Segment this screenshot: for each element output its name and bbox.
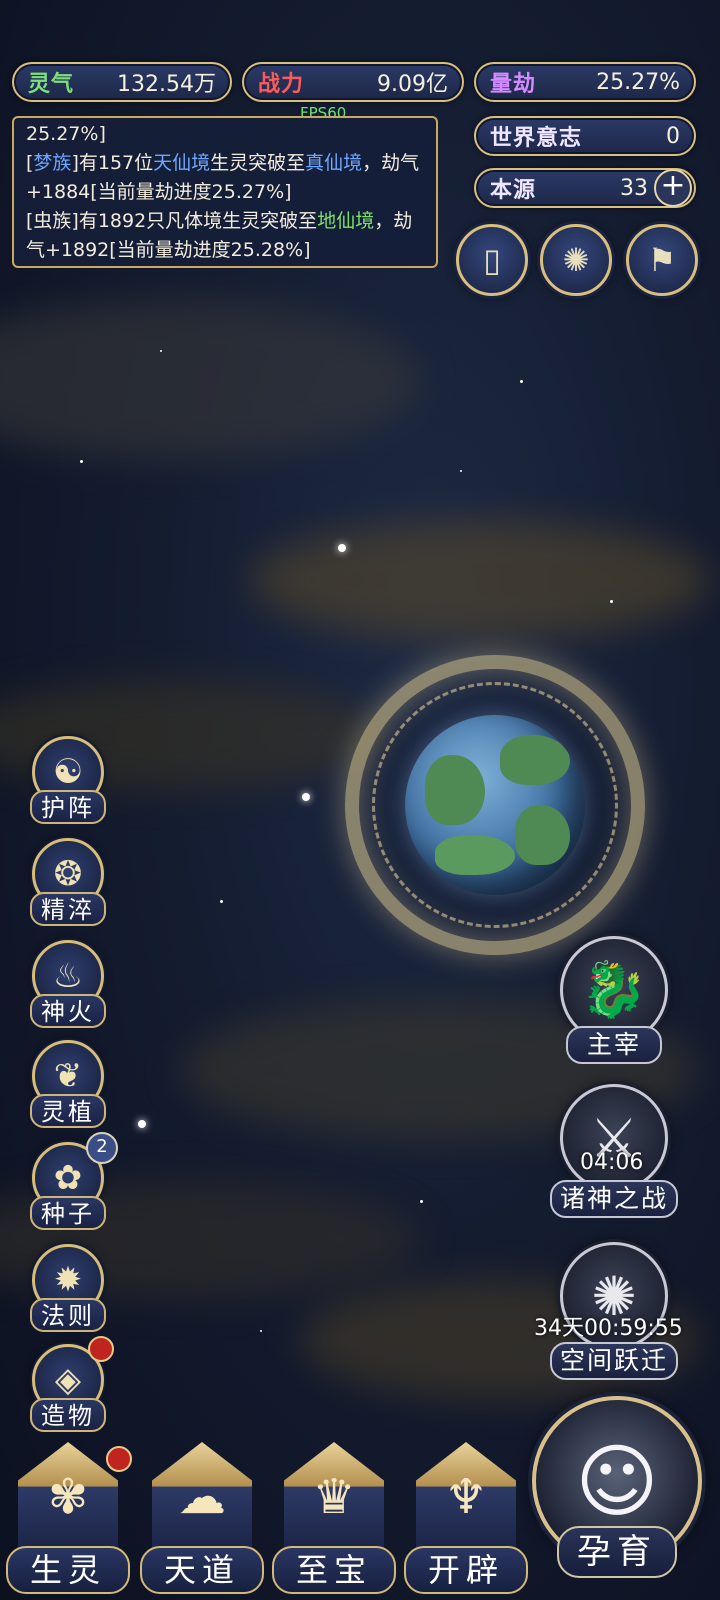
log-entry: [虫族]有1892只凡体境生灵突破至地仙境，劫气+1892[当前量劫进度25.2…	[26, 210, 413, 261]
kongjian-label: 空间跃迁	[550, 1342, 678, 1380]
side-item-label: 造物	[30, 1398, 106, 1432]
bottom-tab-shengling[interactable]: ✾ 生灵	[6, 1442, 132, 1600]
lingqi-panel: 灵气 132.54万	[12, 62, 232, 102]
shijie-yizhi-value: 0	[666, 123, 680, 149]
message-log[interactable]: 25.27%] [梦族]有157位天仙境生灵突破至真仙境，劫气+1884[当前量…	[12, 116, 438, 268]
treasure-icon: ♛	[284, 1442, 384, 1552]
zhanli-value: 9.09亿	[377, 72, 448, 97]
side-item-jingcui[interactable]: ❂ 精淬	[26, 838, 110, 934]
notification-dot	[88, 1336, 114, 1362]
notification-dot	[106, 1446, 132, 1472]
phoenix-icon: ✾	[18, 1442, 118, 1552]
benyuan-panel: 本源 33 +	[474, 168, 696, 208]
side-item-faze[interactable]: ✹ 法则	[26, 1244, 110, 1340]
cloud-icon: ☁	[152, 1442, 252, 1552]
zhanli-label: 战力	[258, 72, 305, 97]
liangjie-label: 量劫	[490, 72, 537, 97]
side-item-zaowu[interactable]: ◈ 造物	[26, 1336, 114, 1440]
bottom-tab-label: 至宝	[272, 1546, 396, 1594]
side-item-label: 灵植	[30, 1094, 106, 1128]
log-entry: [梦族]有157位天仙境生灵突破至真仙境，劫气+1884[当前量劫进度25.27…	[26, 152, 420, 203]
side-item-label: 精淬	[30, 892, 106, 926]
card-button[interactable]: ▯	[456, 224, 528, 296]
yunyu-label: 孕育	[557, 1526, 677, 1578]
zhushen-timer: 04:06	[580, 1150, 644, 1175]
vortex-button[interactable]: ✺	[540, 224, 612, 296]
trident-icon: ♆	[416, 1442, 516, 1552]
liangjie-value: 25.27%	[596, 69, 680, 95]
zhushen-label: 诸神之战	[550, 1180, 678, 1218]
zhuzai-button[interactable]: 🐉 主宰	[550, 936, 680, 1068]
side-item-huzhen[interactable]: ☯ 护阵	[26, 736, 110, 832]
benyuan-label: 本源	[490, 178, 537, 203]
liangjie-panel[interactable]: 量劫 25.27%	[474, 62, 696, 102]
kongjian-timer: 34天00:59:55	[534, 1316, 683, 1341]
planet-globe[interactable]	[405, 715, 585, 895]
vortex-icon: ✺	[562, 241, 590, 279]
sword-icon: ⚔	[560, 1084, 668, 1192]
count-badge: 2	[86, 1132, 118, 1164]
kongjian-yueqian-button[interactable]: ✺ 34天00:59:55 空间跃迁	[534, 1242, 683, 1382]
zhanli-panel: 战力 9.09亿	[242, 62, 464, 102]
card-icon: ▯	[483, 241, 501, 279]
zhushen-zhizhan-button[interactable]: ⚔ 04:06 诸神之战	[550, 1084, 680, 1220]
side-item-label: 神火	[30, 994, 106, 1028]
bottom-tab-zhibao[interactable]: ♛ 至宝	[272, 1442, 396, 1600]
yunyu-button[interactable]: ☺ 孕育	[532, 1396, 702, 1600]
lingqi-value: 132.54万	[117, 72, 216, 97]
benyuan-add-button[interactable]: +	[654, 169, 692, 207]
bottom-tab-label: 开辟	[404, 1546, 528, 1594]
log-line-partial: 25.27%]	[26, 123, 106, 145]
bottom-tab-label: 天道	[140, 1546, 264, 1594]
side-item-label: 法则	[30, 1298, 106, 1332]
bottom-tab-kaipi[interactable]: ♆ 开辟	[404, 1442, 528, 1600]
zhuzai-label: 主宰	[566, 1026, 662, 1064]
shijie-yizhi-panel[interactable]: 世界意志 0	[474, 116, 696, 156]
side-item-lingzhi[interactable]: ❦ 灵植	[26, 1040, 110, 1136]
side-item-shenhuo[interactable]: ♨ 神火	[26, 940, 110, 1036]
flag-button[interactable]: ⚑	[626, 224, 698, 296]
side-item-label: 种子	[30, 1196, 106, 1230]
bottom-tab-tiandao[interactable]: ☁ 天道	[140, 1442, 264, 1600]
shijie-yizhi-label: 世界意志	[490, 126, 583, 151]
lingqi-label: 灵气	[28, 72, 75, 97]
flag-icon: ⚑	[647, 241, 677, 279]
bottom-tab-label: 生灵	[6, 1546, 130, 1594]
benyuan-value: 33	[620, 175, 648, 201]
side-item-label: 护阵	[30, 790, 106, 824]
side-item-zhongzi[interactable]: ✿ 种子 2	[26, 1132, 118, 1238]
